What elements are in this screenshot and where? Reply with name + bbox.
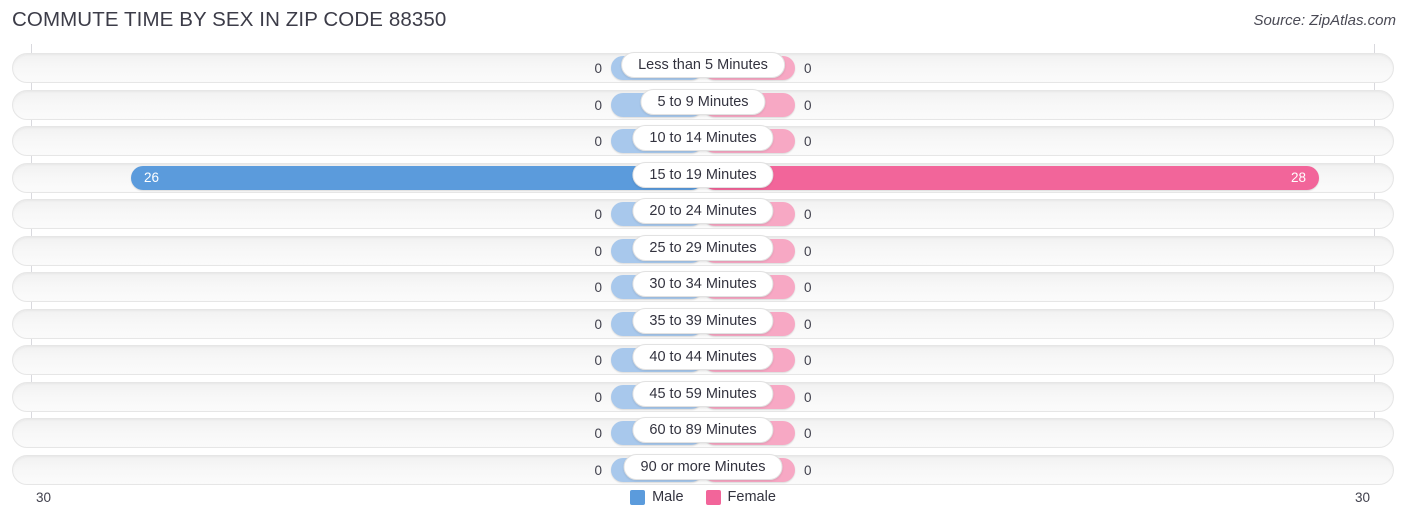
bar-value-female: 28 bbox=[1290, 169, 1306, 185]
page-title: COMMUTE TIME BY SEX IN ZIP CODE 88350 bbox=[12, 8, 447, 31]
chart-footer: 30 30 Male Female bbox=[0, 482, 1406, 522]
bar-value-female: 0 bbox=[804, 61, 812, 76]
bar-value-female: 0 bbox=[804, 280, 812, 295]
bar-row: 0 0 5 to 9 Minutes bbox=[0, 87, 1406, 124]
legend-swatch-male-icon bbox=[630, 489, 646, 505]
bar-row: 0 0 60 to 89 Minutes bbox=[0, 415, 1406, 452]
bar-female[interactable]: 28 bbox=[703, 165, 1319, 190]
legend-swatch-female-icon bbox=[705, 489, 721, 505]
bar-value-female: 0 bbox=[804, 353, 812, 368]
category-label[interactable]: 90 or more Minutes bbox=[623, 453, 783, 480]
bar-value-female: 0 bbox=[804, 134, 812, 149]
bar-value-male: 0 bbox=[594, 280, 602, 295]
bar-rows: 0 0 Less than 5 Minutes 0 0 5 to 9 Minutes 0 0 1… bbox=[0, 44, 1406, 488]
category-label[interactable]: 45 to 59 Minutes bbox=[632, 380, 774, 407]
bar-value-male: 0 bbox=[594, 353, 602, 368]
bar-row: 0 0 45 to 59 Minutes bbox=[0, 379, 1406, 416]
legend-item-male[interactable]: Male bbox=[630, 489, 684, 505]
bar-row: 0 0 20 to 24 Minutes bbox=[0, 196, 1406, 233]
legend: Male Female bbox=[0, 489, 1406, 505]
category-label[interactable]: 40 to 44 Minutes bbox=[632, 344, 774, 370]
bar-row: 0 0 40 to 44 Minutes bbox=[0, 342, 1406, 379]
bar-value-female: 0 bbox=[804, 389, 812, 405]
legend-label-female: Female bbox=[727, 489, 776, 505]
chart-plot-area: 0 0 Less than 5 Minutes 0 0 5 to 9 Minutes 0 0 1… bbox=[0, 44, 1406, 485]
bar-value-male: 0 bbox=[594, 462, 602, 478]
source-attribution: Source: ZipAtlas.com bbox=[1253, 12, 1396, 29]
bar-value-male: 26 bbox=[144, 169, 160, 185]
bar-value-male: 0 bbox=[594, 207, 602, 222]
bar-value-female: 0 bbox=[804, 316, 812, 332]
bar-row: 0 0 30 to 34 Minutes bbox=[0, 269, 1406, 306]
bar-row: 26 28 15 to 19 Minutes bbox=[0, 160, 1406, 197]
bar-value-male: 0 bbox=[594, 389, 602, 405]
bar-value-male: 0 bbox=[594, 243, 602, 259]
bar-value-male: 0 bbox=[594, 61, 602, 76]
category-label[interactable]: 5 to 9 Minutes bbox=[640, 88, 766, 115]
bar-value-female: 0 bbox=[804, 207, 812, 222]
category-label[interactable]: 25 to 29 Minutes bbox=[632, 234, 774, 261]
bar-value-male: 0 bbox=[594, 97, 602, 113]
category-label[interactable]: 30 to 34 Minutes bbox=[632, 271, 774, 297]
legend-label-male: Male bbox=[652, 489, 684, 505]
bar-row: 0 0 35 to 39 Minutes bbox=[0, 306, 1406, 343]
bar-value-female: 0 bbox=[804, 462, 812, 478]
legend-item-female[interactable]: Female bbox=[705, 489, 776, 505]
category-label[interactable]: 60 to 89 Minutes bbox=[632, 417, 774, 443]
bar-row: 0 0 25 to 29 Minutes bbox=[0, 233, 1406, 270]
bar-value-female: 0 bbox=[804, 97, 812, 113]
category-label[interactable]: 10 to 14 Minutes bbox=[632, 125, 774, 151]
category-label[interactable]: 15 to 19 Minutes bbox=[632, 161, 774, 188]
bar-value-male: 0 bbox=[594, 134, 602, 149]
category-label[interactable]: Less than 5 Minutes bbox=[621, 52, 785, 78]
category-label[interactable]: 35 to 39 Minutes bbox=[632, 307, 774, 334]
bar-value-female: 0 bbox=[804, 243, 812, 259]
category-label[interactable]: 20 to 24 Minutes bbox=[632, 198, 774, 224]
bar-male[interactable]: 26 bbox=[131, 165, 703, 190]
bar-row: 0 0 Less than 5 Minutes bbox=[0, 50, 1406, 87]
bar-value-female: 0 bbox=[804, 426, 812, 441]
bar-row: 0 0 10 to 14 Minutes bbox=[0, 123, 1406, 160]
bar-value-male: 0 bbox=[594, 316, 602, 332]
bar-value-male: 0 bbox=[594, 426, 602, 441]
chart-header: COMMUTE TIME BY SEX IN ZIP CODE 88350 So… bbox=[0, 0, 1406, 42]
